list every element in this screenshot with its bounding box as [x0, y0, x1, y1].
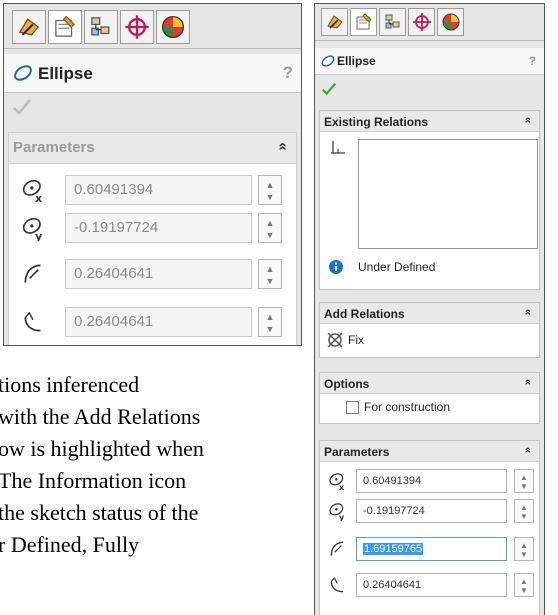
center-y-field[interactable]: -0.19197724 [65, 213, 252, 243]
configuration-manager-icon [91, 17, 110, 36]
text-line-2: with the Add Relations [0, 404, 201, 429]
minor-radius-icon [24, 311, 41, 332]
dimxpert-icon [413, 13, 431, 31]
minor-radius-icon [330, 577, 344, 593]
status-text: Under Defined [358, 260, 436, 274]
property-manager-tab[interactable] [350, 8, 377, 36]
parameters-header[interactable]: Parameters » [320, 441, 539, 462]
major-radius-icon [330, 541, 344, 556]
manager-tabs [4, 4, 301, 49]
configuration-manager-tab[interactable] [379, 8, 406, 36]
text-line-6: r Defined, Fully [0, 532, 140, 557]
dimxpert-tab[interactable] [408, 8, 435, 36]
center-x-icon: x [22, 179, 42, 203]
add-relations-title: Add Relations [324, 307, 405, 321]
manager-tabs [315, 4, 544, 41]
options-title: Options [324, 377, 370, 391]
property-manager-panel-left: Ellipse ? Parameters » x 0.60491394 ▲ ▼ y… [3, 3, 302, 346]
parameters-title: Parameters [324, 445, 390, 459]
center-x-field[interactable]: 0.60491394 [356, 469, 507, 493]
options-header[interactable]: Options » [320, 373, 539, 394]
text-line-4: The Information icon [0, 468, 187, 493]
parameters-title: Parameters [13, 139, 95, 156]
minor-radius-spinner[interactable]: ▲ ▼ [514, 573, 534, 597]
major-radius-field[interactable]: 1.69159765 [356, 537, 507, 561]
title-bar: Ellipse ? [315, 48, 544, 75]
info-icon [329, 260, 343, 274]
major-radius-field[interactable]: 0.26404641 [65, 259, 252, 289]
dimxpert-icon [125, 15, 149, 39]
svg-text:x: x [35, 192, 42, 203]
property-manager-tab[interactable] [48, 10, 82, 44]
minor-radius-spinner[interactable]: ▲ ▼ [258, 307, 282, 337]
feature-manager-icon [18, 18, 40, 36]
property-manager-icon [356, 13, 372, 30]
major-radius-spinner[interactable]: ▲ ▼ [514, 537, 534, 561]
existing-relations-title: Existing Relations [324, 115, 429, 129]
center-y-icon: y [329, 503, 345, 521]
fix-relation-button[interactable]: Fix [324, 331, 384, 351]
configuration-manager-icon [385, 14, 400, 29]
major-radius-icon [24, 264, 41, 283]
parameters-group: Parameters » x 0.60491394 ▲ ▼ y -0.191977… [8, 132, 297, 345]
major-radius-selected-text: 1.69159765 [363, 543, 424, 555]
center-y-spinner[interactable]: ▲ ▼ [514, 499, 534, 523]
help-button[interactable]: ? [283, 63, 293, 83]
add-relations-group: Add Relations » Fix [319, 302, 540, 358]
collapse-icon[interactable]: » [522, 447, 534, 453]
relations-list[interactable] [358, 139, 538, 249]
feature-manager-tab[interactable] [321, 8, 348, 36]
add-relations-header[interactable]: Add Relations » [320, 303, 539, 324]
property-manager-icon [55, 15, 76, 37]
for-construction-label: For construction [364, 400, 451, 414]
center-y-field[interactable]: -0.19197724 [356, 499, 507, 523]
ok-check-icon[interactable] [321, 82, 337, 96]
ellipse-icon [321, 55, 335, 67]
panel-title: Ellipse [337, 54, 376, 68]
minor-radius-field[interactable]: 0.26404641 [356, 573, 507, 597]
panel-title: Ellipse [38, 64, 93, 83]
collapse-icon[interactable]: » [522, 309, 534, 315]
feature-manager-tab[interactable] [12, 10, 46, 44]
ellipse-icon [14, 65, 32, 81]
display-manager-tab[interactable] [437, 8, 464, 36]
svg-text:y: y [339, 512, 345, 521]
ok-check-icon[interactable] [12, 98, 32, 116]
text-line-5: the sketch status of the [0, 500, 199, 525]
svg-text:y: y [35, 230, 42, 241]
parameters-header[interactable]: Parameters » [9, 133, 296, 164]
center-x-field[interactable]: 0.60491394 [65, 175, 252, 205]
property-manager-panel-right: Ellipse ? Existing Relations » Under Def… [314, 3, 545, 615]
text-line-1: tions inferenced [0, 372, 140, 397]
existing-relations-header[interactable]: Existing Relations » [320, 111, 539, 132]
center-x-icon: x [329, 473, 345, 491]
display-manager-tab[interactable] [156, 10, 190, 44]
collapse-icon[interactable]: » [522, 117, 534, 123]
center-y-icon: y [22, 217, 42, 241]
minor-radius-field[interactable]: 0.26404641 [65, 307, 252, 337]
existing-relations-group: Existing Relations » Under Defined [319, 110, 540, 290]
configuration-manager-tab[interactable] [84, 10, 118, 44]
collapse-icon[interactable]: » [522, 379, 534, 385]
relation-icon [331, 141, 345, 154]
center-y-spinner[interactable]: ▲ ▼ [258, 213, 282, 243]
help-button[interactable]: ? [529, 54, 536, 68]
center-x-spinner[interactable]: ▲ ▼ [258, 175, 282, 205]
display-manager-icon [161, 15, 185, 39]
collapse-icon[interactable]: » [273, 142, 290, 150]
display-manager-icon [442, 13, 460, 31]
for-construction-checkbox[interactable] [346, 401, 359, 414]
feature-manager-icon [327, 15, 343, 29]
options-group: Options » For construction [319, 372, 540, 424]
fix-icon [327, 332, 343, 348]
title-bar: Ellipse ? [4, 54, 301, 93]
major-radius-spinner[interactable]: ▲ ▼ [258, 259, 282, 289]
dimxpert-tab[interactable] [120, 10, 154, 44]
text-line-3: ow is highlighted when [0, 436, 204, 461]
center-x-spinner[interactable]: ▲ ▼ [514, 469, 534, 493]
fix-label: Fix [348, 333, 364, 347]
svg-text:x: x [339, 482, 345, 491]
parameters-group: Parameters » x 0.60491394 ▲ ▼ y -0.191977… [319, 440, 540, 615]
